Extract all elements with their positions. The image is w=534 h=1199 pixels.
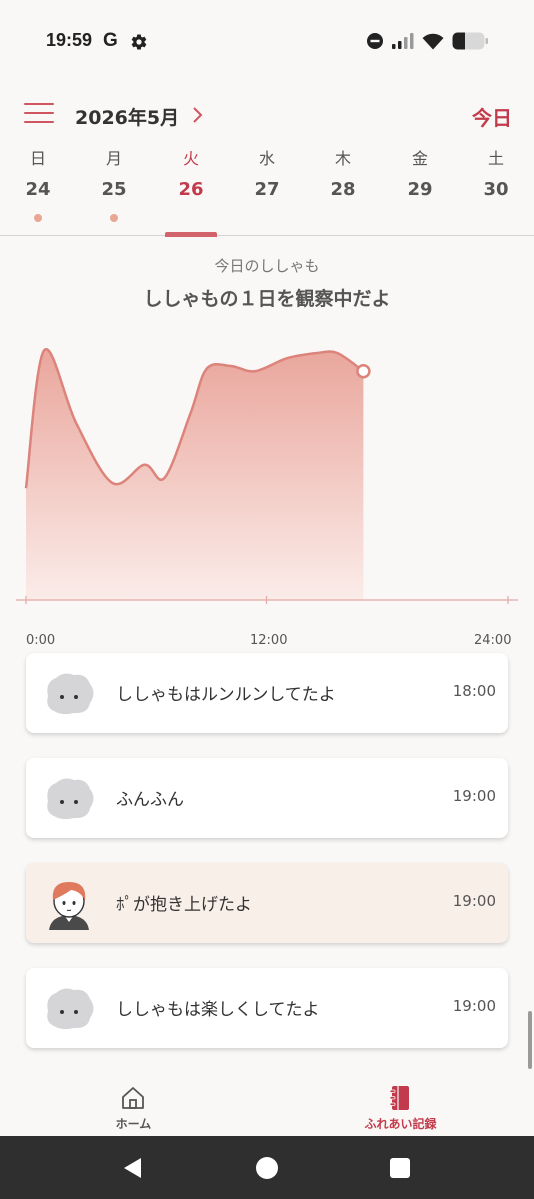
google-icon: G: [103, 30, 118, 51]
record-card[interactable]: ししゃもはルンルンしてたよ 18:00: [26, 653, 508, 733]
day-number: 24: [25, 179, 51, 200]
record-text: ししゃもはルンルンしてたよ: [116, 685, 336, 705]
day-of-week-label: 日: [29, 149, 46, 168]
hamburger-menu-icon[interactable]: [24, 103, 54, 127]
nav-home-label: ホーム: [115, 1117, 152, 1131]
record-card[interactable]: ししゃもは楽しくしてたよ 19:00: [26, 968, 508, 1048]
x-tick-label-start: 0:00: [26, 633, 56, 648]
home-icon: [122, 1087, 144, 1109]
day-number: 29: [407, 179, 433, 200]
system-navigation-bar: [0, 1136, 534, 1199]
nav-records-label: ふれあい記録: [364, 1117, 437, 1131]
record-time: 18:00: [452, 682, 496, 700]
day-of-week-label: 月: [105, 149, 122, 168]
record-time: 19:00: [452, 997, 496, 1015]
day-number: 27: [254, 179, 280, 200]
day-wednesday[interactable]: 水 27: [237, 148, 297, 236]
wifi-icon: [422, 33, 444, 49]
x-tick-label-end: 24:00: [474, 633, 512, 648]
back-triangle-icon[interactable]: [121, 1156, 145, 1180]
day-of-week-label: 水: [258, 149, 275, 168]
day-tuesday-selected[interactable]: 火 26: [161, 148, 221, 237]
day-thursday[interactable]: 木 28: [313, 148, 373, 236]
battery-icon: [452, 32, 488, 50]
shishamo-fluffy-avatar: [47, 673, 94, 715]
record-time: 19:00: [452, 892, 496, 910]
status-bar: 19:59 G: [0, 0, 534, 88]
record-time: 19:00: [452, 787, 496, 805]
scrollbar-thumb[interactable]: [528, 1011, 532, 1069]
day-number: 25: [101, 179, 127, 200]
activity-chart: [16, 347, 518, 604]
status-time: 19:59: [46, 30, 93, 50]
activity-area: [26, 349, 364, 600]
main-content[interactable]: 今日のししゃも ししゃもの１日を観察中だよ 0:00 12:00 24:00 し…: [0, 237, 534, 1071]
do-not-disturb-icon: [367, 33, 383, 49]
shishamo-fluffy-avatar: [47, 778, 94, 820]
calendar-header: 2026年5月 今日 日 24 月 25 火 26 水 27 木 28 金 29…: [0, 88, 534, 237]
settings-gear-icon: [131, 34, 147, 50]
signal-icon: [392, 33, 414, 49]
nav-records[interactable]: ふれあい記録: [267, 1071, 534, 1136]
home-circle-icon[interactable]: [255, 1156, 279, 1180]
shishamo-fluffy-avatar: [47, 988, 94, 1030]
day-of-week-label: 火: [182, 149, 199, 168]
recents-square-icon[interactable]: [388, 1156, 412, 1180]
day-friday[interactable]: 金 29: [390, 148, 450, 236]
person-avatar: [49, 882, 89, 930]
day-saturday[interactable]: 土 30: [466, 148, 526, 236]
day-number: 28: [330, 179, 356, 200]
day-of-week-label: 木: [334, 149, 351, 168]
day-of-week-label: 金: [411, 149, 428, 168]
record-card-highlighted[interactable]: ﾎﾟが抱き上げたよ 19:00: [26, 863, 508, 943]
status-icons: [366, 32, 488, 50]
day-sunday[interactable]: 日 24: [8, 148, 68, 236]
week-strip: 日 24 月 25 火 26 水 27 木 28 金 29 土 30: [0, 148, 534, 237]
x-tick-label-mid: 12:00: [250, 633, 288, 648]
current-time-marker: [356, 363, 371, 379]
chevron-right-icon[interactable]: [189, 103, 207, 127]
record-dot: [110, 214, 118, 222]
record-text: ししゃもは楽しくしてたよ: [116, 1000, 320, 1020]
day-monday[interactable]: 月 25: [84, 148, 144, 236]
month-title: 2026年5月: [75, 107, 180, 129]
nav-home[interactable]: ホーム: [0, 1071, 267, 1136]
day-of-week-label: 土: [487, 149, 504, 168]
bottom-navigation: ホーム ふれあい記録: [0, 1071, 534, 1136]
record-dot: [34, 214, 42, 222]
record-text: ﾎﾟが抱き上げたよ: [116, 895, 252, 915]
record-card[interactable]: ふんふん 19:00: [26, 758, 508, 838]
notebook-icon: [389, 1086, 409, 1110]
today-button[interactable]: 今日: [472, 102, 512, 131]
day-number: 26: [178, 179, 204, 200]
record-text: ふんふん: [116, 790, 184, 810]
day-number: 30: [483, 179, 509, 200]
